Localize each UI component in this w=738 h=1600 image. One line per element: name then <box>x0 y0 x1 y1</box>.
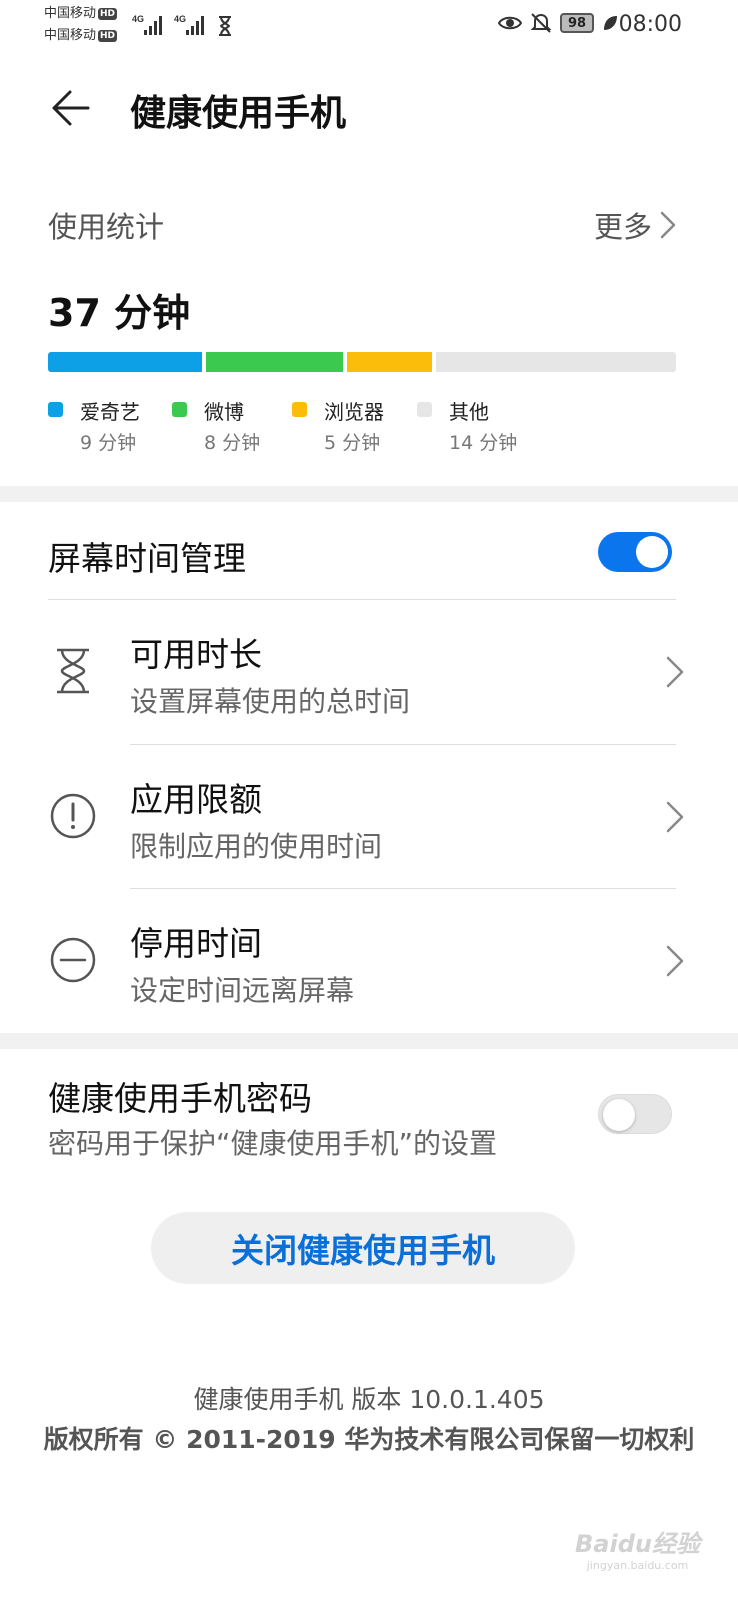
legend-app-time: 14 分钟 <box>449 432 518 454</box>
section-divider <box>0 1033 738 1049</box>
password-subtitle: 密码用于保护“健康使用手机”的设置 <box>48 1127 498 1160</box>
exclamation-circle-icon <box>50 793 96 839</box>
disable-health-usage-button[interactable]: 关闭健康使用手机 <box>151 1212 575 1284</box>
setting-subtitle: 设置屏幕使用的总时间 <box>130 685 411 718</box>
chevron-right-icon <box>666 945 684 977</box>
more-label: 更多 <box>593 210 652 244</box>
screen-time-management-label: 屏幕时间管理 <box>48 539 246 578</box>
leaf-icon <box>604 16 617 30</box>
setting-item-downtime[interactable]: 停用时间 设定时间远离屏幕 <box>0 889 738 1033</box>
carrier-2-label: 中国移动 <box>44 28 97 43</box>
app-header: 健康使用手机 <box>0 68 738 148</box>
eye-icon <box>498 16 522 30</box>
carrier-2: 中国移动 HD <box>44 28 118 44</box>
version-text: 健康使用手机 版本 10.0.1.405 <box>193 1385 545 1414</box>
hd-badge: HD <box>98 8 118 20</box>
usage-bar <box>48 352 676 372</box>
usage-stats-label: 使用统计 <box>48 210 165 244</box>
legend-app-name: 浏览器 <box>324 400 384 424</box>
legend-color-dot <box>292 402 307 417</box>
setting-subtitle: 限制应用的使用时间 <box>130 830 383 863</box>
screen-time-toggle[interactable] <box>598 532 672 572</box>
watermark-logo: Baidu经验 jingyan.baidu.com <box>575 1524 700 1572</box>
setting-item-available-duration[interactable]: 可用时长 设置屏幕使用的总时间 <box>0 600 738 744</box>
legend-color-dot <box>172 402 187 417</box>
legend-app-name: 微博 <box>204 400 244 424</box>
status-bar: 中国移动 HD 中国移动 HD 4G 4G 98 08:00 <box>0 0 738 50</box>
chevron-right-icon <box>666 801 684 833</box>
password-toggle[interactable] <box>598 1094 672 1134</box>
hourglass-icon <box>219 16 231 36</box>
legend-app-time: 9 分钟 <box>80 432 137 454</box>
hourglass-icon <box>57 648 89 694</box>
total-usage-time: 37 分钟 <box>48 291 191 335</box>
chevron-right-icon <box>660 211 676 239</box>
toggle-knob <box>603 1099 635 1131</box>
screen-time-management-row: 屏幕时间管理 <box>48 522 676 588</box>
usage-bar-segment <box>48 352 202 372</box>
usage-stats-header: 使用统计 更多 <box>48 198 676 248</box>
toggle-knob <box>636 536 668 568</box>
watermark-sub: jingyan.baidu.com <box>586 1559 689 1572</box>
bell-off-icon <box>530 13 552 33</box>
setting-title: 可用时长 <box>130 635 262 674</box>
password-title: 健康使用手机密码 <box>48 1079 312 1118</box>
battery-icon: 98 <box>560 13 594 33</box>
svg-text:4G: 4G <box>174 14 186 24</box>
legend-app-name: 爱奇艺 <box>80 400 140 424</box>
page-title: 健康使用手机 <box>130 93 347 134</box>
carrier-1: 中国移动 HD <box>44 6 118 22</box>
legend-app-name: 其他 <box>449 400 489 424</box>
legend-color-dot <box>417 402 432 417</box>
usage-bar-segment <box>206 352 343 372</box>
signal-icon: 4G <box>174 14 204 35</box>
setting-title: 应用限额 <box>130 780 262 819</box>
copyright-text: 版权所有 © 2011-2019 华为技术有限公司保留一切权利 <box>43 1425 695 1454</box>
setting-title: 停用时间 <box>130 924 262 963</box>
svg-text:4G: 4G <box>132 14 144 24</box>
chevron-right-icon <box>666 656 684 688</box>
more-link[interactable]: 更多 <box>594 204 676 246</box>
minus-circle-icon <box>50 937 96 983</box>
section-divider <box>0 486 738 502</box>
status-clock: 08:00 <box>618 12 682 37</box>
password-row: 健康使用手机密码 密码用于保护“健康使用手机”的设置 <box>48 1066 676 1166</box>
setting-item-app-limits[interactable]: 应用限额 限制应用的使用时间 <box>0 745 738 889</box>
usage-bar-segment <box>346 352 433 372</box>
signal-icon: 4G <box>132 14 162 35</box>
hd-badge: HD <box>98 30 118 42</box>
legend-app-time: 8 分钟 <box>204 432 261 454</box>
carrier-1-label: 中国移动 <box>44 6 97 21</box>
footer: 健康使用手机 版本 10.0.1.405 版权所有 © 2011-2019 华为… <box>40 1382 698 1458</box>
usage-legend: 爱奇艺 9 分钟 微博 8 分钟 浏览器 5 分钟 其他 14 分钟 <box>48 396 676 466</box>
watermark-text: Baidu经验 <box>575 1530 700 1558</box>
setting-subtitle: 设定时间远离屏幕 <box>130 974 355 1007</box>
arrow-left-icon[interactable] <box>48 86 92 130</box>
legend-color-dot <box>48 402 63 417</box>
legend-app-time: 5 分钟 <box>324 432 381 454</box>
usage-bar-segment <box>436 352 676 372</box>
